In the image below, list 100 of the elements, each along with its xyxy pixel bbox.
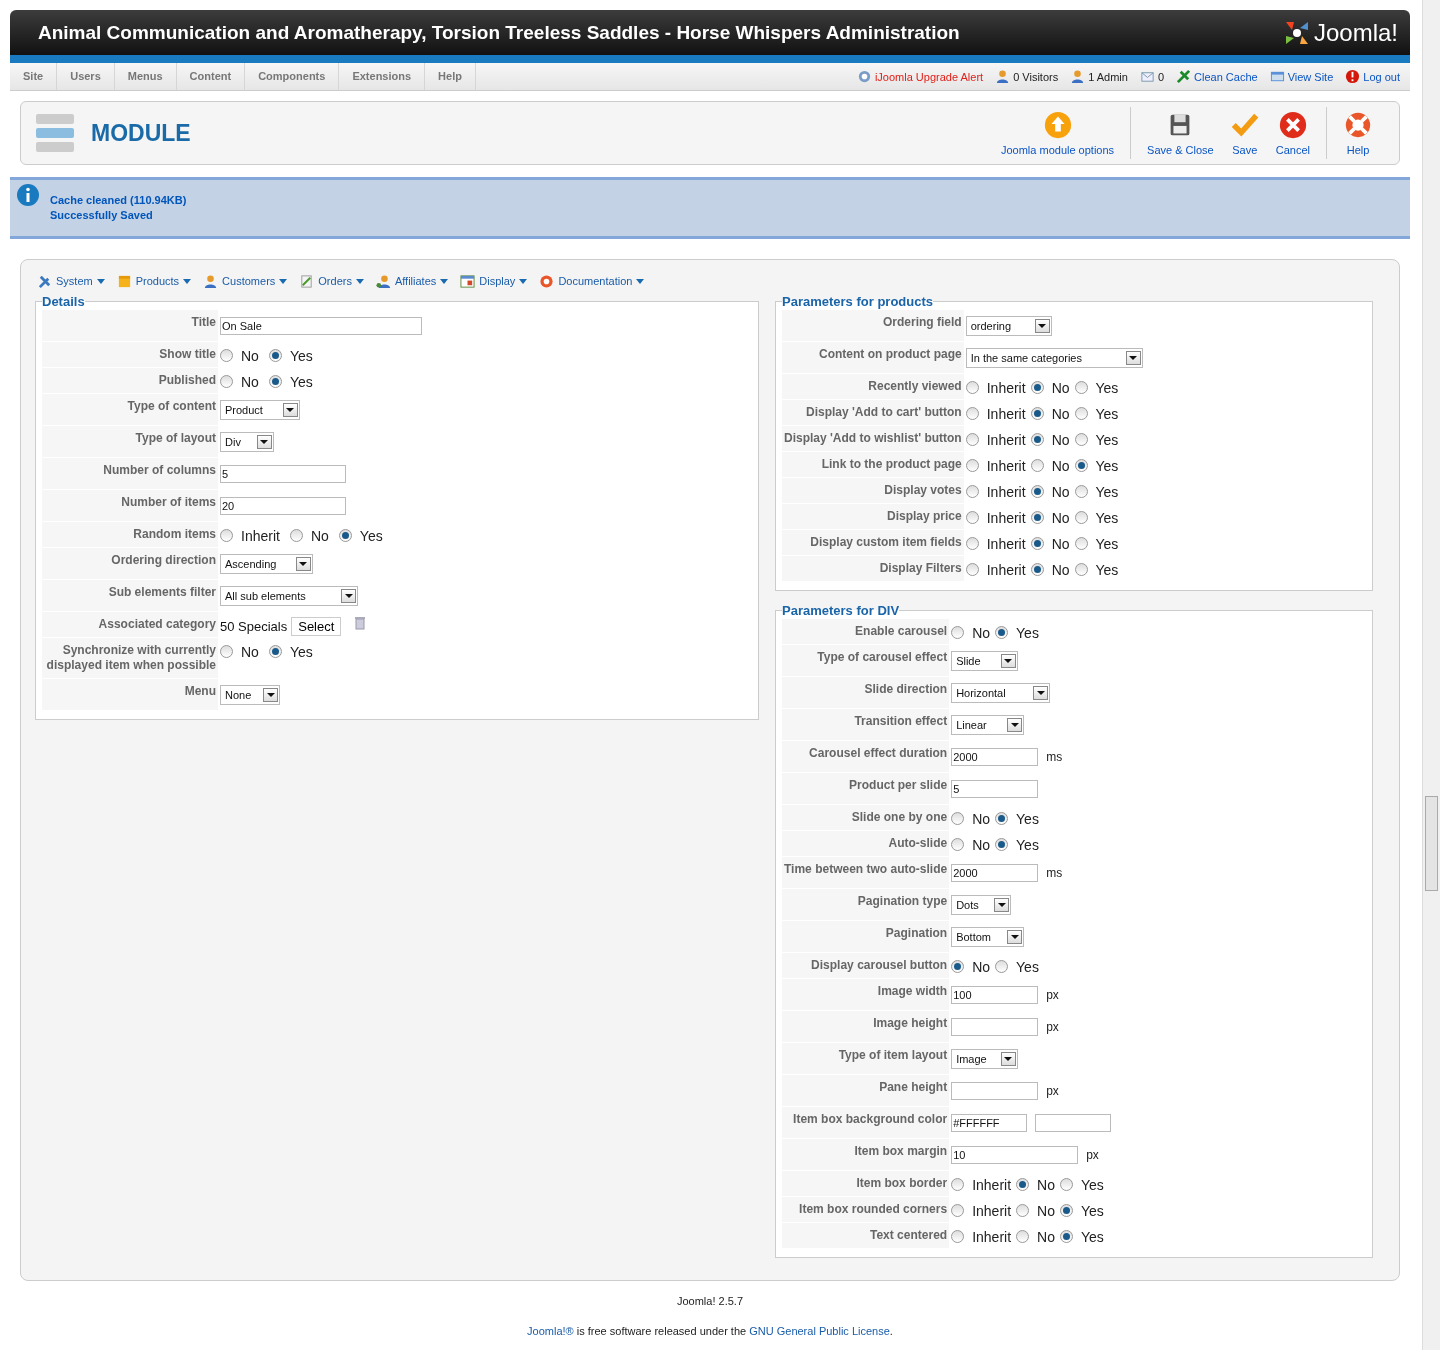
select-field[interactable]: Product	[220, 399, 300, 420]
select-field[interactable]: In the same categories	[965, 347, 1143, 368]
toolbar-button[interactable]: Save & Close	[1141, 108, 1220, 158]
menu-item[interactable]: Help	[425, 63, 476, 90]
toolbar-button[interactable]: Cancel	[1269, 108, 1316, 158]
radio-button[interactable]	[1016, 1178, 1030, 1191]
text-field[interactable]: 5	[951, 779, 1039, 798]
radio-button[interactable]	[951, 626, 965, 639]
radio-button[interactable]	[951, 838, 965, 851]
menu-item[interactable]: Site	[10, 63, 58, 90]
joomla-link[interactable]: Joomla!®	[527, 1325, 574, 1337]
component-menu-item[interactable]: Display	[479, 275, 516, 287]
select-field[interactable]: Div	[220, 431, 274, 452]
text-field[interactable]: 20	[220, 496, 346, 515]
menu-item[interactable]: Content	[176, 63, 246, 90]
component-menu-item[interactable]: Products	[135, 275, 180, 287]
radio-button[interactable]	[1074, 511, 1088, 524]
status-link[interactable]: Clean Cache	[1194, 70, 1258, 83]
component-menu-item[interactable]: Documentation	[558, 275, 633, 287]
select-field[interactable]: Dots	[951, 894, 1012, 915]
radio-button[interactable]	[965, 537, 979, 550]
radio-button[interactable]	[220, 645, 233, 658]
select-field[interactable]: Horizontal	[951, 682, 1051, 703]
select-field[interactable]: ordering	[965, 315, 1052, 336]
scrollbar-thumb[interactable]	[1425, 796, 1438, 891]
radio-button[interactable]	[268, 375, 282, 388]
trash-icon[interactable]	[355, 615, 366, 630]
select-field[interactable]: Bottom	[951, 926, 1025, 947]
menu-item[interactable]: Users	[57, 63, 115, 90]
radio-button[interactable]	[965, 407, 979, 420]
radio-button[interactable]	[1030, 459, 1044, 472]
radio-button[interactable]	[995, 812, 1009, 825]
color-field[interactable]: #FFFFFF	[951, 1113, 1028, 1132]
status-link[interactable]: 1 Admin	[1088, 70, 1128, 83]
radio-button[interactable]	[995, 626, 1009, 639]
status-link[interactable]: 0 Visitors	[1013, 70, 1059, 83]
radio-button[interactable]	[1074, 381, 1088, 394]
select-button[interactable]: Select	[291, 617, 342, 636]
radio-button[interactable]	[1030, 511, 1044, 524]
text-field[interactable]	[951, 1017, 1039, 1036]
status-link[interactable]: iJoomla Upgrade Alert	[874, 70, 984, 83]
radio-button[interactable]	[951, 960, 965, 973]
radio-button[interactable]	[268, 645, 282, 658]
radio-button[interactable]	[1059, 1230, 1073, 1243]
radio-button[interactable]	[289, 529, 303, 542]
radio-button[interactable]	[1074, 563, 1088, 576]
component-menu-item[interactable]: System	[56, 275, 93, 287]
text-field[interactable]: 2000	[951, 863, 1039, 882]
status-link[interactable]: 0	[1157, 70, 1165, 83]
select-field[interactable]: All sub elements	[220, 585, 358, 606]
toolbar-button[interactable]: Joomla module options	[994, 108, 1121, 158]
radio-button[interactable]	[995, 838, 1009, 851]
radio-button[interactable]	[220, 375, 233, 388]
component-menu-item[interactable]: Orders	[318, 275, 352, 287]
text-field[interactable]: 100	[951, 985, 1039, 1004]
select-field[interactable]: Linear	[951, 714, 1025, 735]
radio-button[interactable]	[1030, 381, 1044, 394]
text-field[interactable]: On Sale	[220, 316, 422, 335]
radio-button[interactable]	[1030, 563, 1044, 576]
radio-button[interactable]	[1016, 1204, 1030, 1217]
radio-button[interactable]	[268, 349, 282, 362]
scrollbar[interactable]	[1422, 0, 1440, 1350]
radio-button[interactable]	[965, 381, 979, 394]
select-field[interactable]: None	[220, 684, 280, 705]
component-menu-item[interactable]: Affiliates	[394, 275, 437, 287]
color-swatch[interactable]	[1035, 1113, 1112, 1132]
radio-button[interactable]	[1074, 485, 1088, 498]
radio-button[interactable]	[1074, 459, 1088, 472]
text-field[interactable]: 10	[951, 1145, 1079, 1164]
menu-item[interactable]: Components	[245, 63, 340, 90]
radio-button[interactable]	[338, 529, 352, 542]
radio-button[interactable]	[1074, 433, 1088, 446]
component-menu-item[interactable]: Customers	[222, 275, 276, 287]
radio-button[interactable]	[965, 433, 979, 446]
radio-button[interactable]	[951, 1230, 965, 1243]
toolbar-button[interactable]: Help	[1337, 108, 1379, 158]
toolbar-button[interactable]: Save	[1223, 108, 1266, 158]
radio-button[interactable]	[1074, 407, 1088, 420]
status-link[interactable]: Log out	[1363, 70, 1400, 83]
menu-item[interactable]: Extensions	[339, 63, 426, 90]
radio-button[interactable]	[1030, 485, 1044, 498]
text-field[interactable]	[951, 1081, 1039, 1100]
select-field[interactable]: Ascending	[220, 553, 313, 574]
radio-button[interactable]	[951, 812, 965, 825]
radio-button[interactable]	[995, 960, 1009, 973]
radio-button[interactable]	[965, 459, 979, 472]
radio-button[interactable]	[965, 563, 979, 576]
radio-button[interactable]	[951, 1204, 965, 1217]
radio-button[interactable]	[1030, 537, 1044, 550]
select-field[interactable]: Image	[951, 1048, 1018, 1069]
radio-button[interactable]	[951, 1178, 965, 1191]
text-field[interactable]: 2000	[951, 747, 1039, 766]
radio-button[interactable]	[220, 529, 233, 542]
radio-button[interactable]	[1059, 1204, 1073, 1217]
radio-button[interactable]	[965, 511, 979, 524]
text-field[interactable]: 5	[220, 464, 346, 483]
status-link[interactable]: View Site	[1287, 70, 1334, 83]
menu-item[interactable]: Menus	[114, 63, 177, 90]
radio-button[interactable]	[1030, 407, 1044, 420]
radio-button[interactable]	[1016, 1230, 1030, 1243]
